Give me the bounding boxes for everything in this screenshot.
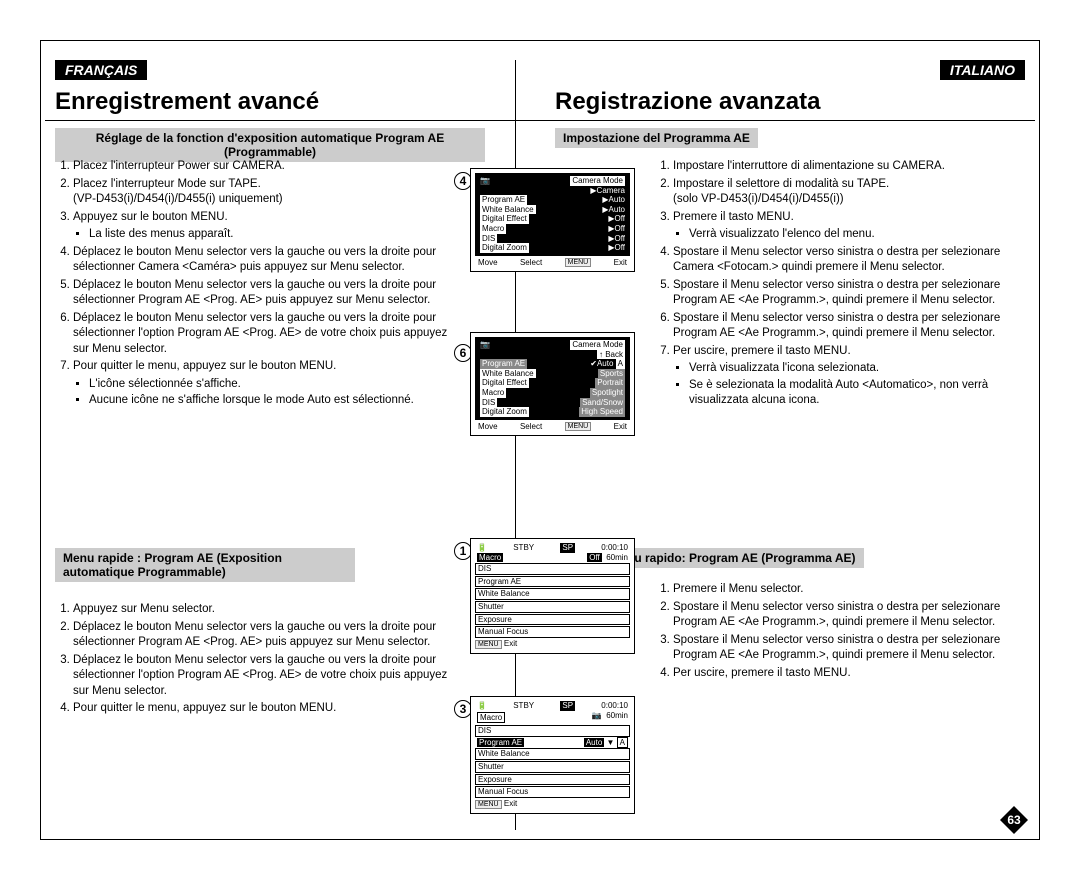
list-item: Spostare il Menu selector verso sinistra… — [673, 600, 1035, 631]
list-item: Déplacez le bouton Menu selector vers la… — [73, 245, 450, 276]
lcd-diagram-3: 🔋STBYSP0:00:10 Macro📷 60min DIS Program … — [470, 696, 635, 814]
list-item: Se è selezionata la modalità Auto <Autom… — [689, 378, 1035, 409]
steps-it-2: Premere il Menu selector. Spostare il Me… — [655, 578, 1035, 683]
list-item: Verrà visualizzata l'icona selezionata. — [689, 361, 1035, 377]
list-item: Premere il Menu selector. — [673, 582, 1035, 598]
list-item: Impostare il selettore di modalità su TA… — [673, 177, 1035, 208]
list-item: Appuyez sur Menu selector. — [73, 602, 450, 618]
list-item: Déplacez le bouton Menu selector vers la… — [73, 653, 450, 700]
section-heading-it-1: Impostazione del Programma AE — [555, 128, 758, 148]
page-title-it: Registrazione avanzata — [555, 88, 820, 116]
list-item: Per uscire, premere il tasto MENU. Verrà… — [673, 344, 1035, 409]
list-item: Per uscire, premere il tasto MENU. — [673, 666, 1035, 682]
list-item: Déplacez le bouton Menu selector vers la… — [73, 278, 450, 309]
list-item: Spostare il Menu selector verso sinistra… — [673, 633, 1035, 664]
list-item: Aucune icône ne s'affiche lorsque le mod… — [89, 393, 450, 409]
list-item: Verrà visualizzato l'elenco del menu. — [689, 227, 1035, 243]
list-item: Pour quitter le menu, appuyez sur le bou… — [73, 701, 450, 717]
title-rule — [45, 120, 1035, 122]
lcd-diagram-6: 📷Camera Mode ↑ Back Program AE✔Auto A Wh… — [470, 332, 635, 436]
list-item: Impostare l'interruttore di alimentazion… — [673, 159, 1035, 175]
list-item: La liste des menus apparaît. — [89, 227, 450, 243]
list-item: Placez l'interrupteur Power sur CAMERA. — [73, 159, 450, 175]
steps-fr-2: Appuyez sur Menu selector. Déplacez le b… — [55, 598, 450, 719]
section-heading-fr-2: Menu rapide : Program AE (Exposition aut… — [55, 548, 355, 582]
language-tab-it: ITALIANO — [940, 60, 1025, 80]
list-item: Premere il tasto MENU. Verrà visualizzat… — [673, 210, 1035, 243]
list-item: Appuyez sur le bouton MENU. La liste des… — [73, 210, 450, 243]
list-item: Déplacez le bouton Menu selector vers la… — [73, 311, 450, 358]
language-tab-fr: FRANÇAIS — [55, 60, 147, 80]
list-item: L'icône sélectionnée s'affiche. — [89, 377, 450, 393]
list-item: Placez l'interrupteur Mode sur TAPE.(VP-… — [73, 177, 450, 208]
list-item: Pour quitter le menu, appuyez sur le bou… — [73, 359, 450, 409]
steps-fr-1: Placez l'interrupteur Power sur CAMERA. … — [55, 155, 450, 411]
list-item: Spostare il Menu selector verso sinistra… — [673, 245, 1035, 276]
list-item: Spostare il Menu selector verso sinistra… — [673, 278, 1035, 309]
page-title-fr: Enregistrement avancé — [55, 88, 319, 116]
list-item: Déplacez le bouton Menu selector vers la… — [73, 620, 450, 651]
steps-it-1: Impostare l'interruttore di alimentazion… — [655, 155, 1035, 411]
lcd-diagram-1: 🔋STBYSP0:00:10 MacroOff 60min DIS Progra… — [470, 538, 635, 654]
list-item: Spostare il Menu selector verso sinistra… — [673, 311, 1035, 342]
lcd-diagram-4: 📷Camera Mode ▶Camera Program AE▶Auto Whi… — [470, 168, 635, 272]
